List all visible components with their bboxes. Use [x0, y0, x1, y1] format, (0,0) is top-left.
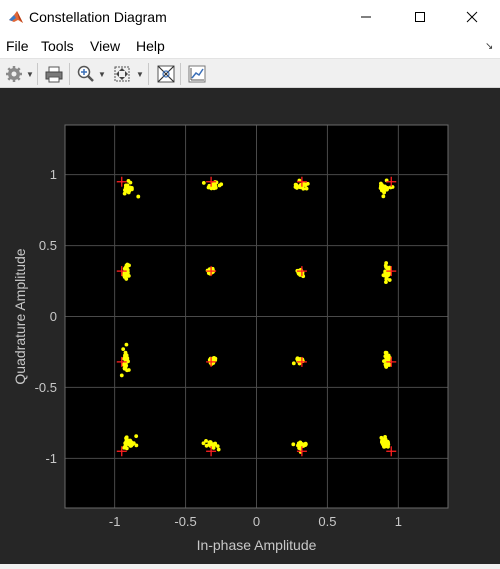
autoscale-icon[interactable]	[187, 64, 207, 84]
received-symbol-dot	[378, 186, 383, 191]
x-tick-label: -0.5	[174, 514, 196, 529]
x-tick-label: 0.5	[318, 514, 336, 529]
received-symbol-dot	[122, 366, 127, 371]
received-symbol-dot	[122, 266, 127, 271]
menu-bar: File Tools View Help ↘	[0, 34, 500, 58]
received-symbol-dot	[129, 443, 134, 448]
y-axis-label: Quadrature Amplitude	[12, 248, 28, 384]
toolbar-separator	[37, 63, 38, 85]
fit-dropdown-icon[interactable]: ▼	[136, 70, 144, 79]
received-symbol-dot	[211, 184, 216, 189]
received-symbol-dot	[383, 350, 388, 355]
y-tick-label: -1	[45, 451, 57, 466]
maximize-button[interactable]	[397, 0, 443, 34]
received-symbol-dot	[212, 442, 217, 447]
received-symbol-dot	[216, 447, 221, 452]
fit-to-view-icon[interactable]	[112, 64, 132, 84]
received-symbol-dot	[294, 184, 299, 188]
x-tick-label: 1	[395, 514, 402, 529]
received-symbol-dot	[126, 274, 131, 278]
received-symbol-dot	[201, 441, 206, 446]
received-symbol-dot	[383, 186, 388, 191]
received-symbol-dot	[384, 276, 389, 281]
status-bar	[0, 564, 500, 569]
received-symbol-dot	[304, 186, 309, 191]
toolbar: ▼ ▼ ▼	[0, 58, 500, 88]
window-title: Constellation Diagram	[29, 9, 167, 25]
received-symbol-dot	[134, 434, 139, 439]
received-symbol-dot	[212, 356, 216, 361]
toolbar-separator	[180, 63, 181, 85]
toolbar-separator	[148, 63, 149, 85]
print-icon[interactable]	[44, 64, 64, 84]
constellation-plot[interactable]: -1 -0.5 0 0.5 1 1 0.5 0 -0.5 -1 In-phase Amplitud…	[0, 88, 500, 564]
received-symbol-dot	[291, 442, 296, 447]
y-tick-label: -0.5	[35, 380, 57, 395]
menu-file[interactable]: File	[6, 38, 29, 54]
x-tick-label: -1	[109, 514, 121, 529]
toolbar-separator	[69, 63, 70, 85]
received-symbol-dot	[291, 361, 296, 366]
received-symbol-dot	[126, 186, 131, 191]
title-bar[interactable]: Constellation Diagram	[0, 0, 500, 34]
received-symbol-dot	[382, 190, 387, 195]
received-symbol-dot	[136, 194, 141, 199]
zoom-dropdown-icon[interactable]: ▼	[98, 70, 106, 79]
received-symbol-dot	[119, 373, 124, 378]
received-symbol-dot	[386, 444, 390, 449]
menu-view[interactable]: View	[90, 38, 120, 54]
zoom-in-icon[interactable]	[76, 64, 96, 84]
received-symbol-dot	[381, 440, 386, 445]
received-symbol-dot	[379, 435, 384, 440]
received-symbol-dot	[201, 181, 206, 185]
minimize-button[interactable]	[343, 0, 389, 34]
received-symbol-dot	[124, 342, 129, 347]
figure-area: -1 -0.5 0 0.5 1 1 0.5 0 -0.5 -1 In-phase Amplitud…	[0, 88, 500, 564]
received-symbol-dot	[123, 188, 127, 192]
received-symbol-dot	[296, 441, 301, 446]
received-symbol-dot	[124, 277, 129, 281]
received-symbol-dot	[122, 271, 127, 276]
gear-icon[interactable]	[4, 64, 24, 84]
received-symbol-dot	[217, 183, 222, 188]
received-symbol-dot	[121, 347, 126, 352]
gear-dropdown-icon[interactable]: ▼	[26, 70, 34, 79]
measurements-icon[interactable]	[156, 64, 176, 84]
maximize-icon	[415, 12, 425, 22]
received-symbol-dot	[384, 261, 389, 265]
constellation-window: Constellation Diagram File Tools View He…	[0, 0, 500, 569]
x-axis-label: In-phase Amplitude	[197, 537, 317, 553]
y-tick-label: 0.5	[39, 238, 57, 253]
minimize-icon	[361, 16, 371, 18]
y-tick-label: 1	[50, 167, 57, 182]
received-symbol-dot	[379, 181, 383, 186]
menu-tools[interactable]: Tools	[41, 38, 74, 54]
received-symbol-dot	[124, 436, 128, 441]
dock-arrow-icon[interactable]: ↘	[485, 41, 493, 52]
received-symbol-dot	[385, 440, 389, 444]
received-symbol-dot	[381, 194, 386, 199]
received-symbol-dot	[124, 353, 129, 358]
received-symbol-dot	[123, 441, 128, 446]
matlab-logo-icon	[8, 9, 24, 25]
close-icon	[466, 11, 478, 23]
received-symbol-dot	[381, 273, 386, 278]
y-tick-label: 0	[50, 309, 57, 324]
x-tick-label: 0	[253, 514, 260, 529]
received-symbol-dot	[204, 443, 209, 448]
close-button[interactable]	[449, 0, 495, 34]
menu-help[interactable]: Help	[136, 38, 165, 54]
received-symbol-dot	[122, 445, 127, 450]
received-symbol-dot	[128, 180, 133, 185]
